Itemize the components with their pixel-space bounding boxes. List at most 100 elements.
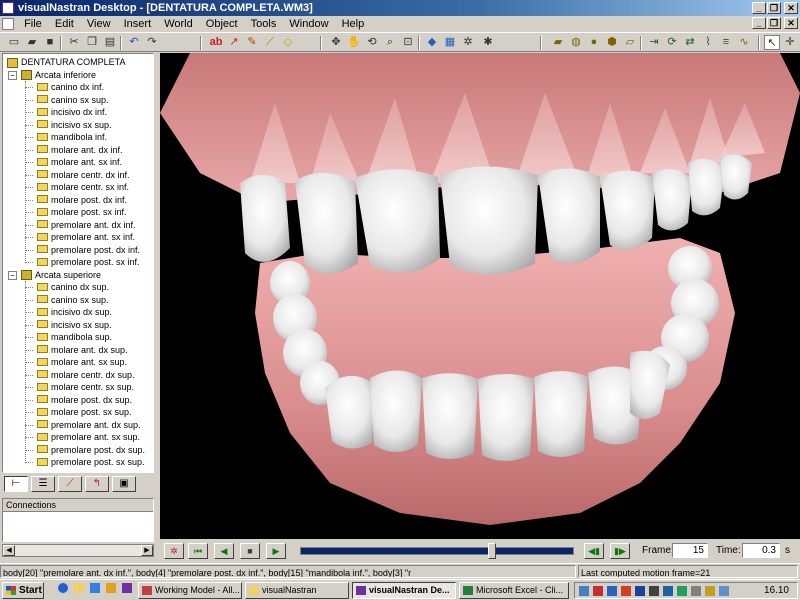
menu-tools[interactable]: Tools [246,16,282,32]
rotate-icon[interactable]: ⟲ [364,35,380,50]
explorer-icon[interactable] [74,583,84,593]
text-tool-icon[interactable]: ab [208,35,224,50]
minimize-button[interactable]: _ [752,2,766,14]
app-icon[interactable] [2,2,14,14]
network-icon[interactable] [579,586,589,596]
tab-camera-icon[interactable]: ▣ [112,476,136,492]
redo-icon[interactable]: ↷ [144,35,160,50]
menu-object[interactable]: Object [201,16,243,32]
tree-item[interactable]: canino dx sup. [37,281,109,294]
tree-item[interactable]: premolare ant. sx inf. [37,231,135,244]
paste-icon[interactable]: ▤ [102,35,118,50]
document-icon[interactable] [2,18,14,30]
copy-icon[interactable]: ❐ [84,35,100,50]
tree-item[interactable]: premolare ant. sx sup. [37,431,140,444]
tray-app-icon[interactable] [607,586,617,596]
rope-icon[interactable]: ∿ [736,35,752,50]
rewind-button[interactable]: ⏮ [188,543,208,559]
tree-item[interactable]: incisivo dx sup. [37,306,112,319]
step-frame-forward-button[interactable]: ▮▶ [610,543,630,559]
collapse-toggle[interactable]: − [8,270,17,280]
cut-icon[interactable]: ✂ [66,35,82,50]
tree-item[interactable]: molare centr. dx sup. [37,369,135,382]
menu-insert[interactable]: Insert [119,16,157,32]
tree-item[interactable]: mandibola sup. [37,331,112,344]
tree-item[interactable]: premolare post. sx sup. [37,456,145,469]
tree-item[interactable]: premolare post. dx inf. [37,244,140,257]
task-visualnastran-folder[interactable]: visualNastran [245,582,349,599]
tree-item[interactable]: incisivo sx sup. [37,119,112,132]
tree-item[interactable]: molare ant. dx inf. [37,144,123,157]
curve-icon[interactable]: ↗ [226,35,242,50]
tree-item[interactable]: molare post. dx inf. [37,194,127,207]
pencil-icon[interactable]: ✎ [244,35,260,50]
motor-icon[interactable]: ⟳ [664,35,680,50]
hand-pointer-icon[interactable]: ✛ [782,35,798,50]
object-tree[interactable]: DENTATURA COMPLETA − Arcata inferiore canin… [2,53,154,473]
tree-item[interactable]: molare post. sx sup. [37,406,132,419]
tree-item[interactable]: canino sx sup. [37,94,109,107]
tree-item[interactable]: premolare post. sx inf. [37,256,140,269]
tray-misc-icon[interactable] [705,586,715,596]
tree-item[interactable]: molare centr. dx inf. [37,169,130,182]
tree-item[interactable]: molare post. sx inf. [37,206,127,219]
menu-view[interactable]: View [82,16,116,32]
printer-icon[interactable] [691,586,701,596]
frame-field[interactable]: 15 [672,543,708,558]
cylinder-shape-icon[interactable]: ◍ [568,35,584,50]
stop-button[interactable]: ■ [240,543,260,559]
joint-icon[interactable]: ⇥ [646,35,662,50]
undo-icon[interactable]: ↶ [126,35,142,50]
ie-icon[interactable] [58,583,68,593]
shapes-icon[interactable]: ◇ [280,35,296,50]
tree-item[interactable]: mandibola inf. [37,131,107,144]
doc-restore-button[interactable]: ❐ [767,17,781,29]
3d-viewport[interactable] [160,53,800,539]
timeline-slider[interactable] [300,543,574,559]
antivirus-icon[interactable] [593,586,603,596]
menu-help[interactable]: Help [337,16,370,32]
menu-window[interactable]: Window [284,16,333,32]
maximize-button[interactable]: ❐ [767,2,781,14]
menu-edit[interactable]: Edit [50,16,79,32]
spring-icon[interactable]: ⌇ [700,35,716,50]
tree-item[interactable]: incisivo sx sup. [37,319,112,332]
acrobat-icon[interactable] [621,586,631,596]
sphere-shape-icon[interactable]: ● [586,35,602,50]
menu-world[interactable]: World [159,16,198,32]
tree-group[interactable]: Arcata superiore [21,269,101,282]
ruler-icon[interactable]: ⟋ [262,35,278,50]
volume-icon[interactable] [649,586,659,596]
damper-icon[interactable]: ≡ [718,35,734,50]
tree-item[interactable]: canino sx sup. [37,294,109,307]
collapse-toggle[interactable]: − [8,70,17,80]
update-icon[interactable] [677,586,687,596]
step-frame-back-button[interactable]: ◀▮ [584,543,604,559]
tab-list-icon[interactable]: ☰ [31,476,55,492]
pan-icon[interactable]: ✋ [346,35,362,50]
time-field[interactable]: 0.3 [742,543,780,558]
box-shape-icon[interactable]: ▰ [550,35,566,50]
step-back-button[interactable]: ◀ [214,543,234,559]
media-icon[interactable] [106,583,116,593]
open-folder-icon[interactable]: ▰ [24,35,40,50]
tree-item[interactable]: canino dx inf. [37,81,104,94]
task-visualnastran-desktop[interactable]: visualNastran De... [352,582,456,599]
cube-icon[interactable]: ◆ [424,35,440,50]
task-working-model[interactable]: Working Model - All... [138,582,242,599]
tree-item[interactable]: premolare ant. dx sup. [37,419,141,432]
reset-icon[interactable]: ✲ [164,543,184,559]
start-button[interactable]: Start [2,582,44,599]
tree-item[interactable]: molare centr. sx inf. [37,181,129,194]
settings-icon[interactable]: ✱ [480,35,496,50]
tree-item[interactable]: molare centr. sx sup. [37,381,134,394]
doc-close-button[interactable]: ✕ [784,17,798,29]
scroll-right-icon[interactable]: ▶ [141,545,153,556]
desktop-icon[interactable] [90,583,100,593]
polygon-shape-icon[interactable]: ⬢ [604,35,620,50]
monitor-icon[interactable] [719,586,729,596]
tree-item[interactable]: incisivo dx inf. [37,106,107,119]
tree-item[interactable]: premolare ant. dx inf. [37,219,136,232]
timeline-thumb[interactable] [488,543,496,559]
horizontal-scrollbar[interactable]: ◀ ▶ [2,544,154,557]
